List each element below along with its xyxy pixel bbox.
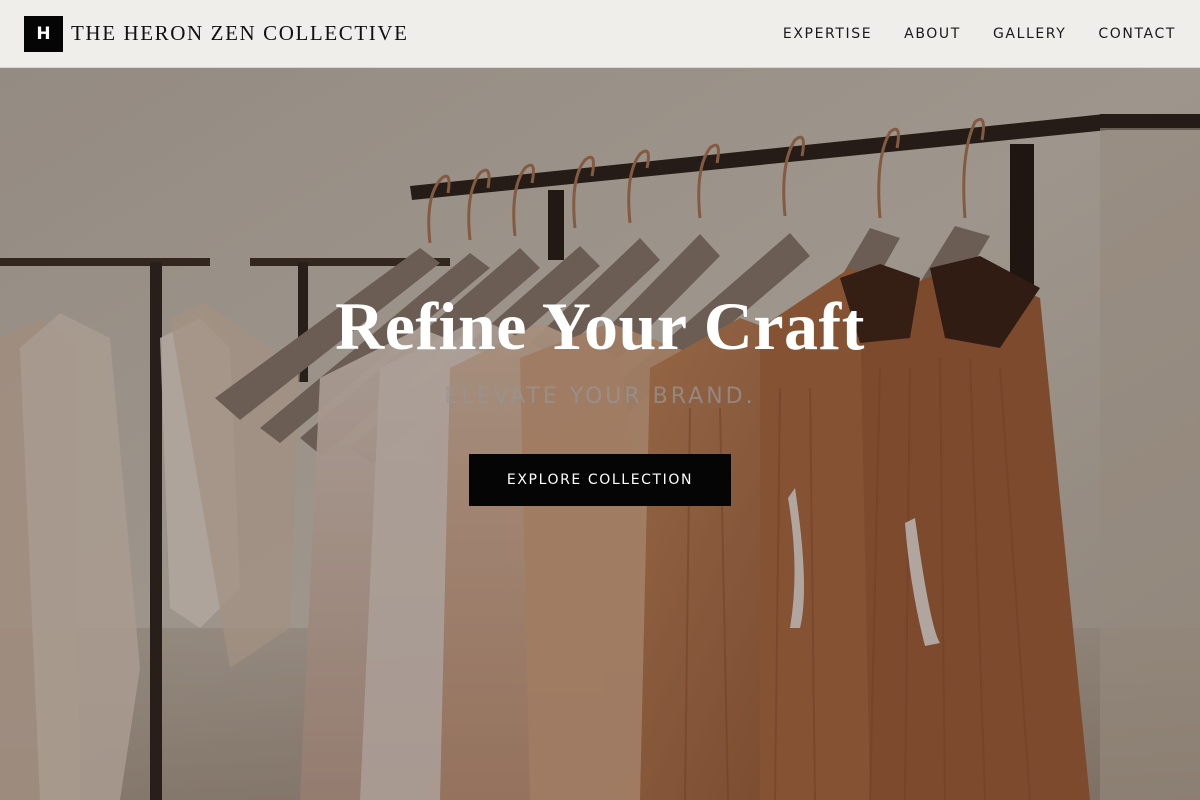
hero-content: Refine Your Craft ELEVATE YOUR BRAND. EX… [0, 68, 1200, 800]
brand-logo-link[interactable]: H THE HERON ZEN COLLECTIVE [24, 15, 409, 52]
nav-link-gallery[interactable]: GALLERY [993, 26, 1066, 42]
hero-section: Refine Your Craft ELEVATE YOUR BRAND. EX… [0, 68, 1200, 800]
explore-collection-button[interactable]: EXPLORE COLLECTION [469, 454, 731, 506]
brand-name: THE HERON ZEN COLLECTIVE [71, 21, 409, 45]
logo-mark: H [24, 15, 63, 52]
nav-link-contact[interactable]: CONTACT [1098, 26, 1176, 42]
hero-title: Refine Your Craft [335, 288, 865, 364]
main-nav: EXPERTISE ABOUT GALLERY CONTACT [783, 26, 1176, 42]
site-header: H THE HERON ZEN COLLECTIVE EXPERTISE ABO… [0, 0, 1200, 68]
nav-link-about[interactable]: ABOUT [904, 26, 961, 42]
nav-link-expertise[interactable]: EXPERTISE [783, 26, 872, 42]
hero-subtitle: ELEVATE YOUR BRAND. [444, 384, 756, 409]
